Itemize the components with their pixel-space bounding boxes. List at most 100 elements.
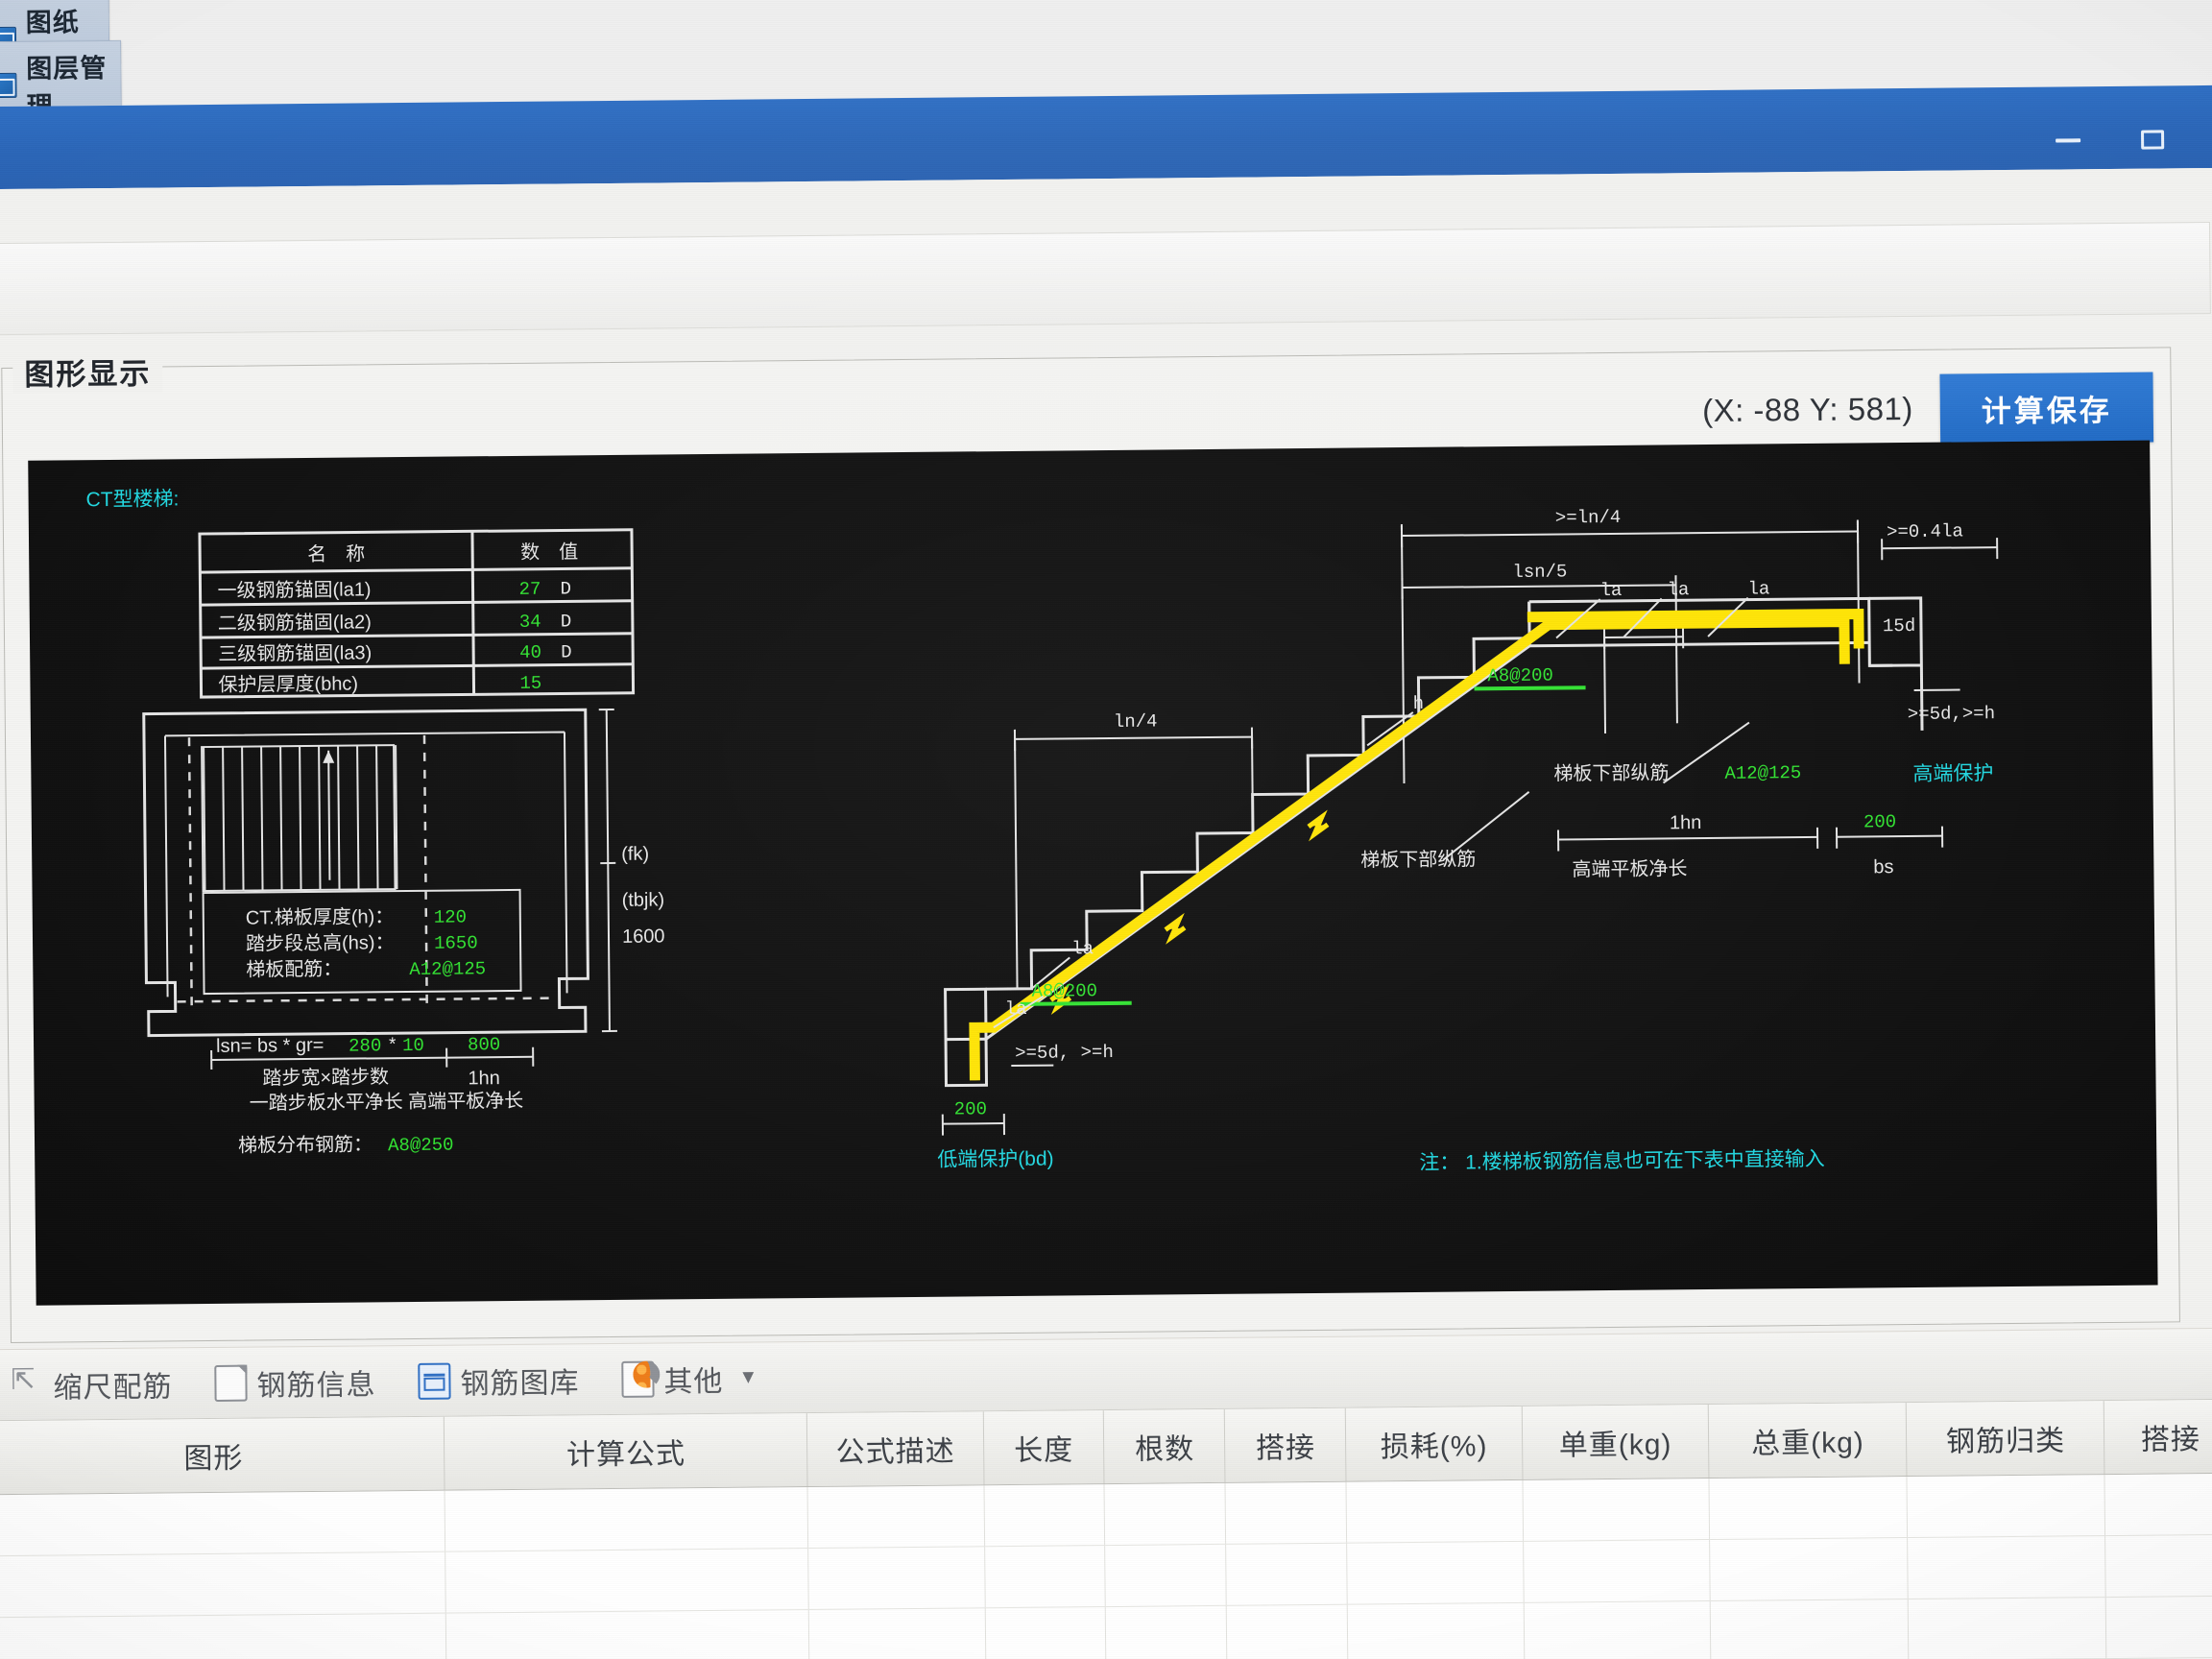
tab-scale-rebar[interactable]: 缩尺配筋 (0, 1358, 194, 1410)
plan-label-0: CT.梯板厚度(h)： (246, 905, 395, 928)
section-15d: 15d (1883, 615, 1915, 637)
section-low-end-protect: 低端保护(bd) (937, 1148, 1054, 1171)
column-header-formula-desc[interactable]: 公式描述 (806, 1411, 984, 1487)
param-row-unit: D (561, 611, 572, 632)
photographed-screen: 图纸管理 图层管理 图形显示 (X: -88 Y: 581) 计算保存 CT型楼… (0, 0, 2212, 1659)
column-header-unit-weight[interactable]: 单重(kg) (1521, 1405, 1710, 1479)
rebar-library-icon (418, 1362, 451, 1400)
column-header-rebar-class[interactable]: 钢筋归类 (1906, 1401, 2105, 1477)
rebar-calculation-window: 图形显示 (X: -88 Y: 581) 计算保存 .w { stroke:#e… (0, 84, 2212, 1659)
minimize-button[interactable] (2046, 121, 2090, 159)
column-header-count[interactable]: 根数 (1103, 1408, 1226, 1484)
cad-heading: CT型楼梯: (86, 488, 180, 511)
section-bs-label: bs (1873, 856, 1893, 878)
param-row-value: 40 (519, 642, 541, 663)
maximize-button[interactable] (2130, 120, 2175, 158)
column-header-lap-2[interactable]: 搭接 (2104, 1399, 2212, 1475)
param-row-unit: D (560, 578, 571, 599)
plan-sub-label: 1hn (468, 1068, 500, 1089)
tab-label: 其他 (663, 1365, 724, 1398)
calculate-save-button[interactable]: 计算保存 (1939, 372, 2154, 445)
column-header-total-weight[interactable]: 总重(kg) (1708, 1403, 1908, 1479)
other-icon (621, 1360, 655, 1398)
section-bottom-rebar-value: A12@125 (1724, 762, 1801, 784)
tab-label: 钢筋图库 (460, 1366, 580, 1401)
param-row-value: 15 (519, 673, 541, 694)
table-body (0, 1472, 2212, 1659)
plan-dist-label: 梯板分布钢筋： (238, 1133, 373, 1156)
section-la-a: la (1599, 580, 1622, 601)
plan-formula-b: 10 (402, 1035, 424, 1056)
section-la-c: la (1747, 578, 1769, 599)
param-row-value: 34 (519, 612, 541, 633)
cad-note: 注： 1.楼梯板钢筋信息也可在下表中直接输入 (1419, 1148, 1825, 1174)
tab-rebar-info[interactable]: 钢筋信息 (193, 1357, 397, 1408)
plan-formula-a: 280 (349, 1035, 381, 1056)
section-h-label: h (1413, 693, 1425, 714)
rebar-data-grid[interactable]: 图形 计算公式 公式描述 长度 根数 搭接 损耗(%) 单重(kg) 总重(kg… (0, 1398, 2212, 1659)
plan-formula-prefix: lsn= bs * gr= (216, 1035, 325, 1057)
section-dim-lsn5: lsn/5 (1512, 561, 1567, 583)
section-5d-right: >=5d,>=h (1908, 703, 1995, 725)
section-la-left: la (1071, 938, 1094, 959)
plan-formula-mul: * (387, 1035, 398, 1056)
section-bottom-rebar-label-2: 梯板下部纵筋 (1360, 848, 1476, 871)
chevron-down-icon[interactable]: ▼ (738, 1367, 758, 1389)
plan-label-1: 踏步段总高(hs)： (246, 931, 395, 954)
plan-note-2: 一踏步板水平净长 高端平板净长 (250, 1090, 524, 1115)
maximize-icon (2141, 130, 2165, 150)
section-high-flat-net: 高端平板净长 (1572, 857, 1687, 880)
dialog-toolbar-strip (0, 221, 2211, 336)
section-dim-left-ln4: ln/4 (1114, 711, 1158, 733)
section-rebar-a8-200-mid: A8@200 (1031, 980, 1097, 1002)
column-header-length[interactable]: 长度 (982, 1410, 1105, 1485)
window-body: 图形显示 (X: -88 Y: 581) 计算保存 .w { stroke:#e… (0, 167, 2212, 1659)
stair-section-view: >=ln/4 lsn/5 bs >=0.4la ln/4 la la la h … (937, 507, 1999, 1174)
plan-dim-1600: 1600 (622, 926, 665, 947)
cursor-coordinates: (X: -88 Y: 581) (1701, 390, 1913, 429)
plan-dim-tbjk: (tbjk) (622, 889, 665, 910)
stair-rebar-drawing: .w { stroke:#e4e4e4; stroke-width:3; fil… (86, 488, 1999, 1174)
section-dim-200-left: 200 (954, 1098, 987, 1119)
param-table-header-value: 数 值 (520, 541, 578, 564)
param-row-name: 二级钢筋锚固(la2) (218, 611, 372, 635)
page-title: 图形显示 (12, 349, 163, 394)
section-hn-label: 1hn (1670, 812, 1702, 833)
tab-label: 缩尺配筋 (53, 1370, 173, 1405)
column-header-graphic[interactable]: 图形 (0, 1416, 445, 1495)
section-5d-left: >=5d, >=h (1015, 1042, 1114, 1064)
param-row-unit: D (561, 641, 572, 662)
parameter-table: 名 称 数 值 一级钢筋锚固(la1) 27 D 二级钢筋锚固(la2) 34 … (198, 528, 636, 699)
plan-value-0: 120 (434, 906, 467, 927)
section-la-low: la (1005, 998, 1027, 1020)
graphic-display-groupbox: (X: -88 Y: 581) 计算保存 .w { stroke:#e4e4e4… (1, 347, 2180, 1344)
plan-note-1: 踏步宽×踏步数 (262, 1066, 389, 1089)
section-la-b: la (1667, 579, 1689, 600)
layer-manage-icon (0, 72, 17, 99)
plan-segment-b: 800 (468, 1034, 500, 1055)
param-row-name: 三级钢筋锚固(la3) (218, 641, 372, 665)
section-high-end-protect: 高端保护 (1912, 762, 1993, 785)
plan-dist-value: A8@250 (388, 1135, 454, 1157)
section-dim-200-right: 200 (1863, 811, 1896, 832)
screen-surface: 图纸管理 图层管理 图形显示 (X: -88 Y: 581) 计算保存 CT型楼… (0, 0, 2212, 1659)
tab-label: 钢筋信息 (256, 1368, 376, 1403)
column-header-lap[interactable]: 搭接 (1224, 1407, 1347, 1482)
param-row-name: 一级钢筋锚固(la1) (217, 578, 371, 602)
plan-label-2: 梯板配筋： (246, 958, 342, 981)
column-header-loss[interactable]: 损耗(%) (1345, 1406, 1523, 1481)
cad-drawing-canvas[interactable]: .w { stroke:#e4e4e4; stroke-width:3; fil… (28, 440, 2158, 1306)
param-table-header-name: 名 称 (307, 542, 365, 565)
column-header-formula[interactable]: 计算公式 (444, 1413, 808, 1490)
param-row-name: 保护层厚度(bhc) (218, 672, 358, 695)
stair-plan-view: CT.梯板厚度(h)： 120 踏步段总高(hs)： 1650 梯板配筋： A1… (142, 708, 665, 1157)
section-dim-04la: >=0.4la (1887, 520, 1963, 542)
plan-value-1: 1650 (434, 932, 478, 953)
tab-rebar-library[interactable]: 钢筋图库 (397, 1355, 600, 1407)
section-bottom-rebar-label: 梯板下部纵筋 (1553, 761, 1669, 784)
plan-dim-fk: (fk) (621, 844, 649, 865)
tab-other[interactable]: 其他 ▼ (600, 1353, 780, 1405)
plan-value-2: A12@125 (409, 958, 486, 980)
scale-rebar-icon (11, 1366, 43, 1403)
param-row-value: 27 (518, 579, 541, 600)
